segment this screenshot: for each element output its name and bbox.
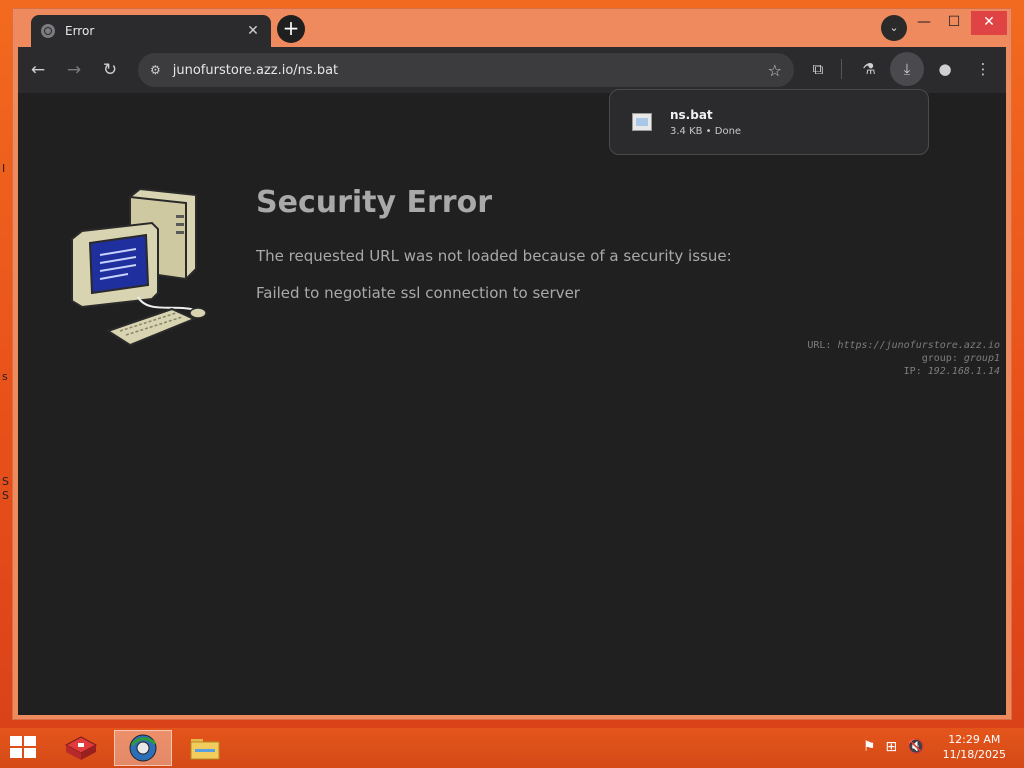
download-status: 3.4 KB • Done: [670, 125, 742, 137]
profile-icon[interactable]: ●: [928, 52, 962, 86]
meta-group-row: group: group1: [807, 352, 1000, 365]
maximize-button[interactable]: ☐: [939, 11, 969, 35]
url-text[interactable]: junofurstore.azz.io/ns.bat: [173, 63, 768, 78]
meta-url-value: https://junofurstore.azz.io: [837, 340, 1000, 351]
back-button[interactable]: ←: [20, 52, 56, 88]
labs-flask-icon[interactable]: ⚗: [852, 52, 886, 86]
extensions-icon[interactable]: ⧉: [801, 52, 835, 86]
desktop-icon-label: S: [2, 475, 9, 488]
download-bubble[interactable]: ns.bat 3.4 KB • Done: [609, 89, 929, 155]
browser-toolbar: ← → ↻ ⚙ junofurstore.azz.io/ns.bat ☆ ⧉ ⚗…: [18, 47, 1006, 93]
minimize-button[interactable]: —: [909, 11, 939, 35]
globe-icon: [41, 24, 55, 38]
close-tab-icon[interactable]: ✕: [245, 23, 261, 39]
toolbar-divider: [841, 59, 842, 79]
browser-window: Error ✕ + ⌄ — ☐ ✕ ← → ↻ ⚙ junofurstore.a…: [12, 8, 1012, 720]
site-info-icon[interactable]: ⚙: [150, 63, 161, 77]
download-filename[interactable]: ns.bat: [670, 108, 741, 122]
network-icon[interactable]: ⊞: [885, 739, 897, 755]
clock-date: 11/18/2025: [942, 748, 1006, 761]
bookmark-star-icon[interactable]: ☆: [768, 61, 782, 80]
file-icon: [632, 113, 652, 131]
computer-illustration: [71, 187, 207, 347]
download-info: ns.bat 3.4 KB • Done: [670, 108, 741, 137]
new-tab-button[interactable]: +: [277, 15, 305, 43]
error-metadata: URL: https://junofurstore.azz.io group: …: [807, 339, 1000, 378]
reload-button[interactable]: ↻: [92, 52, 128, 88]
desktop-icon-label: I: [2, 162, 6, 175]
toolbar-actions: ⧉ ⚗ ⤓ ● ⋮: [797, 52, 1000, 86]
forward-button[interactable]: →: [56, 52, 92, 88]
desktop-icon-label: S: [2, 489, 9, 502]
meta-ip-label: IP:: [903, 366, 922, 377]
taskbar-app-file-explorer[interactable]: [176, 730, 234, 766]
meta-ip-row: IP: 192.168.1.14: [807, 365, 1000, 378]
menu-icon[interactable]: ⋮: [966, 52, 1000, 86]
error-detail: Failed to negotiate ssl connection to se…: [256, 284, 580, 302]
error-description: The requested URL was not loaded because…: [256, 247, 732, 265]
close-window-button[interactable]: ✕: [971, 11, 1007, 35]
toolbox-icon: [64, 736, 98, 760]
meta-ip-value: 192.168.1.14: [927, 366, 1000, 377]
meta-url-row: URL: https://junofurstore.azz.io: [807, 339, 1000, 352]
tab-search-button[interactable]: ⌄: [881, 15, 907, 41]
clock[interactable]: 12:29 AM 11/18/2025: [943, 732, 1006, 762]
meta-group-value: group1: [963, 353, 1000, 364]
page-content: Security Error The requested URL was not…: [18, 93, 1006, 715]
address-bar[interactable]: ⚙ junofurstore.azz.io/ns.bat ☆: [138, 53, 794, 87]
system-tray: ⚑ ⊞ 🔇 12:29 AM 11/18/2025: [863, 732, 1006, 762]
volume-muted-icon[interactable]: 🔇: [907, 739, 924, 755]
browser-globe-icon: [129, 734, 157, 762]
taskbar-app-toolbox[interactable]: [52, 730, 110, 766]
downloads-icon[interactable]: ⤓: [890, 52, 924, 86]
meta-url-label: URL:: [807, 340, 832, 351]
error-title: Security Error: [256, 185, 493, 220]
action-center-flag-icon[interactable]: ⚑: [863, 739, 876, 755]
meta-group-label: group:: [921, 353, 958, 364]
tab-title: Error: [65, 24, 95, 38]
taskbar: ⚑ ⊞ 🔇 12:29 AM 11/18/2025: [0, 728, 1024, 768]
start-button[interactable]: [10, 736, 38, 760]
desktop-icon-label: s: [2, 370, 8, 383]
title-bar: Error ✕ + ⌄ — ☐ ✕: [13, 9, 1011, 47]
taskbar-app-browser[interactable]: [114, 730, 172, 766]
folder-icon: [190, 739, 220, 760]
tab-error[interactable]: Error ✕: [31, 15, 271, 47]
clock-time: 12:29 AM: [948, 733, 1001, 746]
